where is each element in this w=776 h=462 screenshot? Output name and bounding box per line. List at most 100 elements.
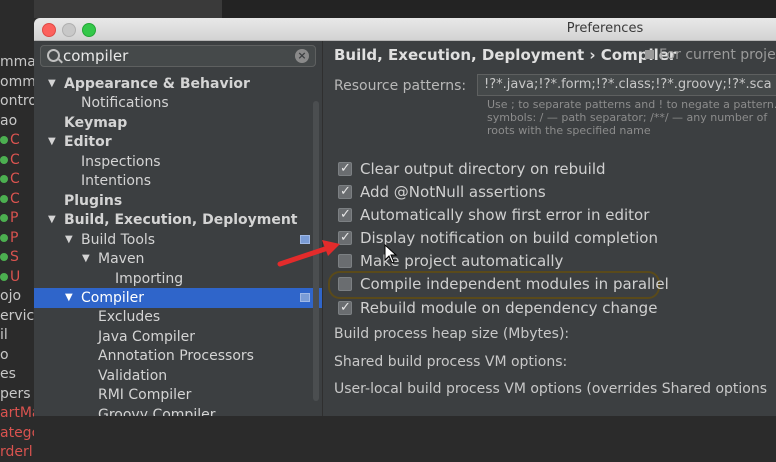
checkbox[interactable] <box>338 277 352 291</box>
checkbox-label: Clear output directory on rebuild <box>360 160 606 178</box>
tree-item-plugins[interactable]: Plugins <box>34 191 322 211</box>
mouse-cursor-icon <box>384 244 398 264</box>
background-tree-item: artMa <box>0 405 34 421</box>
settings-sidebar: compiler × ▼ Appearance & Behavior Notific… <box>34 41 323 416</box>
background-tree-item: C <box>0 171 34 189</box>
background-project-panel: mmaommontroaoCCCCPPSUojoerviceiloespersa… <box>0 0 34 460</box>
background-tree-item: C <box>0 132 34 150</box>
expand-arrow-icon[interactable]: ▼ <box>82 249 90 269</box>
tree-item-label: Maven <box>98 251 145 268</box>
tree-item-rmi-compiler[interactable]: RMI Compiler <box>34 385 322 405</box>
checkbox-label: Add @NotNull assertions <box>360 183 546 201</box>
tree-item-editor[interactable]: ▼ Editor <box>34 132 322 152</box>
title-bar: Preferences <box>34 18 776 41</box>
background-tree-item: S <box>0 249 34 267</box>
clear-search-icon[interactable]: × <box>295 49 309 63</box>
checkbox-label: Automatically show first error in editor <box>360 206 650 224</box>
checkbox[interactable] <box>338 182 352 202</box>
background-tree-item: omm <box>0 73 34 90</box>
background-tree-item: P <box>0 210 34 228</box>
settings-content-panel: Build, Execution, Deployment › Compiler … <box>323 41 776 416</box>
tree-item-label: Build Tools <box>81 231 156 248</box>
search-value: compiler <box>63 47 129 65</box>
tree-item-label: Appearance & Behavior <box>64 76 250 92</box>
tree-item-excludes[interactable]: Excludes <box>34 307 322 327</box>
tree-item-annotation-processors[interactable]: Annotation Processors <box>34 346 322 366</box>
checkbox[interactable] <box>338 205 352 225</box>
background-tree-item: P <box>0 230 34 248</box>
resource-patterns-input[interactable]: !?*.java;!?*.form;!?*.class;!?*.groovy;!… <box>477 74 776 96</box>
expand-arrow-icon[interactable]: ▼ <box>48 74 56 94</box>
hint-line: symbols: / — path separator; /**/ — any … <box>487 111 768 124</box>
class-icon <box>0 175 8 183</box>
expand-arrow-icon[interactable]: ▼ <box>48 132 56 152</box>
expand-arrow-icon[interactable]: ▼ <box>48 210 56 230</box>
tree-item-label: Editor <box>64 134 112 151</box>
shared-vm-options-label: Shared build process VM options: <box>334 354 568 370</box>
search-icon <box>47 49 60 62</box>
tree-item-inspections[interactable]: Inspections <box>34 152 322 172</box>
hint-line: Use ; to separate patterns and ! to nega… <box>487 98 776 111</box>
tree-item-label: Inspections <box>81 153 161 170</box>
class-icon <box>0 272 8 281</box>
tree-item-groovy-compiler[interactable]: Groovy Compiler <box>34 405 322 416</box>
tree-item-label: Build, Execution, Deployment <box>64 212 298 229</box>
tree-item-compiler[interactable]: ▼ Compiler <box>34 287 322 308</box>
background-tree-item: pers <box>0 385 31 402</box>
tree-item-label: Excludes <box>98 309 161 326</box>
tree-item-label: Validation <box>98 367 168 384</box>
expand-arrow-icon[interactable]: ▼ <box>65 288 73 308</box>
tree-item-label: Groovy Compiler <box>98 406 216 416</box>
window-title: Preferences <box>566 21 644 36</box>
background-tree-item: ervice <box>0 307 34 324</box>
background-tree-item: il <box>0 327 8 343</box>
background-tree-item: rderl <box>0 444 33 460</box>
tree-item-java-compiler[interactable]: Java Compiler <box>34 327 322 347</box>
tree-item-label: Importing <box>115 270 184 287</box>
class-icon <box>0 214 8 222</box>
background-tree-item: U <box>0 269 34 287</box>
tree-item-label: Keymap <box>64 114 128 131</box>
tree-item-keymap[interactable]: Keymap <box>34 113 322 133</box>
annotation-arrow-icon <box>277 240 340 267</box>
for-current-project-label: For current proje <box>645 47 776 63</box>
tree-item-label: Notifications <box>81 95 169 112</box>
tree-item-intentions[interactable]: Intentions <box>34 171 322 191</box>
background-tree-item: ategc <box>0 424 34 441</box>
background-tree-item: ao <box>0 112 18 129</box>
background-tree-item: ontro <box>0 93 34 109</box>
hint-line: roots with the specified name <box>487 124 651 137</box>
settings-search-input[interactable]: compiler × <box>40 45 316 67</box>
tree-item-appearance-behavior[interactable]: ▼ Appearance & Behavior <box>34 74 322 94</box>
background-tree-item: o <box>0 346 9 363</box>
project-scope-icon <box>645 50 654 59</box>
preferences-window: Preferences compiler × ▼ Appearance & Beh… <box>34 18 776 416</box>
background-tree-item: C <box>0 152 34 170</box>
checkbox[interactable] <box>338 298 352 318</box>
class-icon <box>0 136 8 144</box>
tree-item-label: Compiler <box>81 289 145 306</box>
tree-item-label: Plugins <box>64 192 123 209</box>
class-icon <box>0 253 8 261</box>
class-icon <box>0 194 8 203</box>
tree-item-build-execution-deployment[interactable]: ▼ Build, Execution, Deployment <box>34 210 322 230</box>
background-tree-item: C <box>0 191 34 209</box>
checkbox-label: Display notification on build completion <box>360 229 658 247</box>
checkbox-label: Compile independent modules in parallel <box>360 275 669 293</box>
background-tree-item: mma <box>0 54 34 70</box>
tree-item-notifications[interactable]: Notifications <box>34 93 322 113</box>
tree-item-importing[interactable]: Importing <box>34 269 322 289</box>
tree-item-label: RMI Compiler <box>98 387 192 404</box>
tree-item-label: Java Compiler <box>98 328 196 345</box>
background-ide-editor-strip <box>222 0 776 18</box>
expand-arrow-icon[interactable]: ▼ <box>65 230 73 250</box>
checkbox[interactable] <box>338 159 352 179</box>
user-vm-options-label: User-local build process VM options (ove… <box>334 381 768 397</box>
project-scope-icon <box>300 292 310 302</box>
class-icon <box>0 233 8 242</box>
resource-patterns-hint: Use ; to separate patterns and ! to nega… <box>487 98 776 137</box>
tree-item-validation[interactable]: Validation <box>34 366 322 386</box>
background-tree-item: ojo <box>0 288 22 304</box>
tree-item-label: Annotation Processors <box>98 348 254 365</box>
resource-patterns-label: Resource patterns: <box>334 78 467 94</box>
